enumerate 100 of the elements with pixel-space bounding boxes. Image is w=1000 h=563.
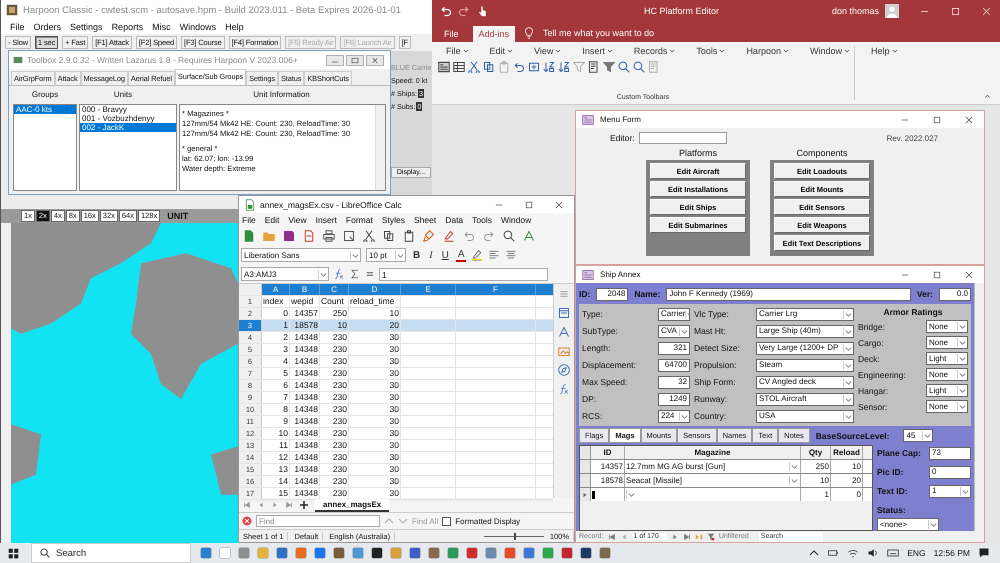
styles-icon[interactable]: [558, 326, 570, 338]
dropdown-field[interactable]: Carrier: [658, 308, 690, 320]
menu-item[interactable]: Styles: [382, 215, 405, 225]
id-field[interactable]: 2048: [596, 288, 628, 300]
maximize-icon[interactable]: [524, 200, 534, 210]
column-header[interactable]: E: [401, 284, 456, 295]
list-item[interactable]: 001 - Vozbuzhdenyy: [80, 114, 176, 123]
ribbon-menu[interactable]: Help: [870, 46, 898, 56]
ribbon-menu[interactable]: Edit: [490, 46, 514, 56]
menu-item[interactable]: File: [242, 215, 256, 225]
text-field[interactable]: 0: [929, 466, 971, 478]
ribbon-tab[interactable]: Add-ins: [472, 26, 516, 42]
menu-item[interactable]: File: [10, 22, 25, 32]
dropdown-field[interactable]: Carrier Lrg: [756, 308, 854, 320]
print-preview-icon[interactable]: [343, 230, 355, 242]
format-button[interactable]: B: [411, 250, 422, 260]
editor-field[interactable]: [638, 132, 727, 144]
ribbon-menu[interactable]: Tools: [696, 46, 726, 56]
font-name-dropdown[interactable]: Liberation Sans: [241, 248, 361, 262]
navigator-icon[interactable]: [558, 364, 570, 376]
number-field[interactable]: 32: [658, 376, 690, 388]
dropdown-field[interactable]: Light: [926, 352, 968, 365]
function-icon[interactable]: [558, 383, 570, 395]
list-item[interactable]: AAC-0 kts: [14, 105, 76, 114]
highlight-icon[interactable]: [443, 230, 455, 242]
menu-item[interactable]: Reports: [112, 22, 144, 32]
dropdown-field[interactable]: Large Ship (40m): [756, 324, 854, 338]
ribbon-tab[interactable]: File: [438, 26, 465, 42]
dropdown-field[interactable]: STOL Aircraft: [756, 392, 854, 406]
copy-icon[interactable]: [383, 230, 395, 242]
menu-item[interactable]: Orders: [34, 22, 62, 32]
dropdown-field[interactable]: 224: [658, 410, 690, 422]
text-field[interactable]: 73: [929, 446, 971, 460]
app-icon[interactable]: [579, 546, 593, 560]
wifi-icon[interactable]: [847, 547, 860, 559]
menu-item[interactable]: Sheet: [414, 215, 436, 225]
find-next-icon[interactable]: [633, 61, 645, 73]
dropdown-field[interactable]: Very Large (1200+ DP: [756, 342, 854, 354]
menu-item[interactable]: Windows: [180, 22, 216, 32]
copy-icon[interactable]: [483, 61, 495, 73]
dropdown-field[interactable]: None: [926, 400, 968, 413]
form-view-icon[interactable]: [438, 61, 450, 73]
ribbon-menu[interactable]: Harpoon: [746, 46, 790, 56]
first-sheet-icon[interactable]: [243, 501, 251, 509]
sort-descending-icon[interactable]: [558, 61, 570, 73]
menu-item[interactable]: Misc: [152, 22, 171, 32]
number-field[interactable]: 321: [658, 342, 690, 354]
align-left-icon[interactable]: [488, 249, 500, 261]
paste-icon[interactable]: [403, 230, 415, 242]
dropdown-field[interactable]: None: [926, 320, 968, 333]
scrollbar[interactable]: [375, 105, 385, 190]
dropdown-field[interactable]: None: [926, 368, 968, 381]
sort-ascending-icon[interactable]: [543, 61, 555, 73]
last-sheet-icon[interactable]: [285, 501, 293, 509]
add-sheet-icon[interactable]: [299, 500, 309, 510]
highlight-icon[interactable]: [471, 249, 484, 261]
search-icon[interactable]: [503, 230, 515, 242]
menu-item[interactable]: Insert: [316, 215, 337, 225]
list-item[interactable]: 000 - Bravyy: [80, 105, 176, 114]
spellcheck-icon[interactable]: [523, 230, 535, 242]
sidebar-icon[interactable]: [558, 307, 570, 319]
dropdown-field[interactable]: CVA: [658, 324, 690, 338]
column-header[interactable]: A: [262, 284, 290, 295]
column-header[interactable]: C: [320, 284, 349, 295]
dropdown-field[interactable]: None: [926, 336, 968, 349]
find-field[interactable]: Find: [256, 515, 380, 527]
input-language[interactable]: ENG: [907, 548, 926, 558]
ribbon-menu[interactable]: View: [534, 46, 562, 56]
redo-icon[interactable]: [458, 5, 470, 17]
new-record-icon[interactable]: [528, 61, 540, 73]
menu-item[interactable]: View: [288, 215, 307, 225]
number-field[interactable]: 1249: [658, 392, 690, 406]
dropdown-field[interactable]: 1: [929, 484, 971, 498]
printer-icon[interactable]: [323, 230, 335, 242]
maximize-icon[interactable]: [932, 114, 942, 124]
list-item[interactable]: 002 - JackK: [80, 123, 176, 132]
close-icon[interactable]: [964, 270, 974, 280]
row-selector[interactable]: [580, 460, 591, 473]
report-icon[interactable]: [588, 61, 600, 73]
ribbon-menu[interactable]: Records: [634, 46, 676, 56]
maximize-icon[interactable]: [950, 6, 961, 16]
align-center-icon[interactable]: [505, 249, 518, 261]
font-size-dropdown[interactable]: 10 pt: [366, 248, 406, 262]
gallery-icon[interactable]: [558, 345, 570, 357]
brush-icon[interactable]: [423, 230, 435, 242]
sum-icon[interactable]: [349, 268, 361, 280]
number-field[interactable]: 64700: [658, 358, 690, 372]
column-header[interactable]: F: [456, 284, 536, 295]
datasheet-icon[interactable]: [453, 61, 465, 73]
dropdown-field[interactable]: CV Angled deck: [756, 376, 854, 388]
row-selector[interactable]: [580, 488, 591, 501]
menu-item[interactable]: Settings: [70, 22, 103, 32]
maximize-icon[interactable]: [346, 54, 364, 66]
pdf-export-icon[interactable]: [303, 230, 315, 242]
version-field[interactable]: 0.0: [939, 288, 971, 300]
formula-field[interactable]: 1: [379, 268, 548, 280]
sheet-tab[interactable]: annex_magsEx: [315, 498, 390, 512]
menu-item[interactable]: Edit: [264, 215, 280, 225]
dropdown-field[interactable]: Light: [926, 384, 968, 397]
start-icon[interactable]: [8, 548, 19, 558]
